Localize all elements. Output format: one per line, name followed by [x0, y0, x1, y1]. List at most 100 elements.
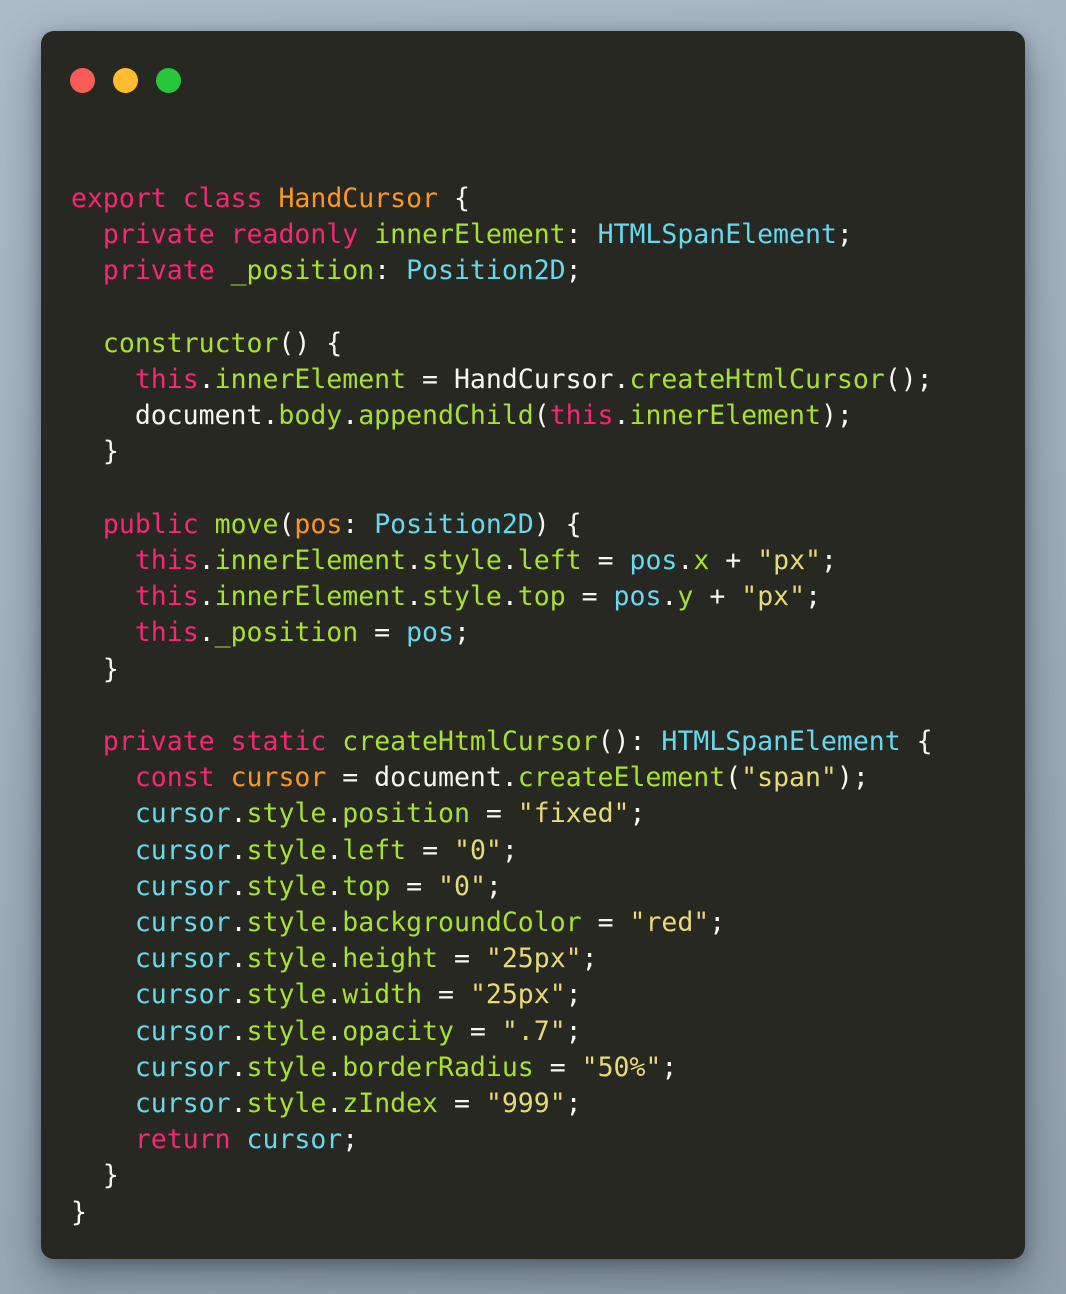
code-token: = — [581, 545, 630, 577]
code-token: ; — [342, 1124, 359, 1156]
code-token: ; — [485, 870, 502, 902]
code-token: "span" — [741, 762, 837, 794]
code-token: constructor — [102, 327, 279, 359]
code-token: "25px" — [485, 943, 582, 975]
code-token: export — [71, 183, 167, 214]
code-token: cursor — [134, 1051, 231, 1083]
code-token: ; — [565, 1015, 582, 1047]
code-line: cursor.style.width = "25px"; — [71, 977, 995, 1013]
code-token: + — [693, 581, 742, 613]
code-token: top — [342, 870, 391, 902]
code-token: ; — [565, 255, 582, 287]
code-token: pos — [406, 617, 454, 649]
code-token: . — [230, 1088, 247, 1120]
code-token: . — [406, 545, 423, 577]
source-code-block[interactable]: export class HandCursor { private readon… — [41, 181, 1025, 1231]
code-token: innerElement — [374, 219, 566, 251]
code-line: cursor.style.left = "0"; — [71, 833, 995, 869]
code-token: ".7" — [501, 1015, 566, 1047]
code-line: cursor.style.position = "fixed"; — [71, 796, 995, 832]
code-token: cursor — [134, 1015, 231, 1047]
code-token: ; — [501, 834, 518, 866]
code-editor-area[interactable]: export class HandCursor { private readon… — [41, 119, 1025, 1259]
code-token: document. — [71, 400, 279, 432]
code-token: . — [501, 581, 518, 613]
code-token: : — [565, 219, 598, 251]
code-token: "999" — [485, 1088, 566, 1120]
code-token: . — [198, 617, 215, 649]
code-token: = HandCursor. — [406, 364, 630, 396]
minimize-window-button[interactable] — [113, 67, 138, 93]
code-token: { — [438, 183, 470, 214]
code-line: export class HandCursor { — [71, 181, 995, 217]
code-line: cursor.style.top = "0"; — [71, 869, 995, 905]
code-token: ); — [820, 400, 853, 432]
code-token: ; — [661, 1051, 678, 1083]
code-token: innerElement — [214, 581, 407, 613]
code-token: style — [246, 943, 327, 975]
code-token: createHtmlCursor — [342, 726, 598, 758]
code-token: class — [182, 183, 263, 214]
code-line: } — [71, 1158, 995, 1194]
code-token: . — [326, 1088, 343, 1120]
code-token: . — [501, 545, 518, 577]
code-token: cursor — [134, 834, 231, 866]
code-token: style — [422, 581, 502, 613]
code-token: const — [134, 762, 215, 794]
code-token: cursor — [134, 1088, 231, 1120]
code-token: pos — [629, 545, 678, 577]
code-token: appendChild — [358, 400, 534, 432]
code-token: ; — [836, 219, 853, 251]
code-line: constructor() { — [71, 326, 995, 362]
code-token: style — [246, 1015, 327, 1047]
code-token: . — [230, 943, 247, 975]
code-token: . — [230, 1015, 247, 1047]
maximize-window-button[interactable] — [156, 67, 181, 93]
code-line: cursor.style.borderRadius = "50%"; — [71, 1050, 995, 1086]
code-token: Position2D — [406, 255, 566, 287]
code-token: = — [390, 870, 439, 902]
code-token: = — [358, 617, 407, 649]
code-token: y — [677, 581, 694, 613]
code-token: public — [102, 508, 199, 540]
code-token: . — [326, 834, 343, 866]
code-token: HTMLSpanElement — [661, 726, 901, 758]
code-token: top — [517, 581, 566, 613]
code-token: left — [517, 545, 582, 577]
code-token: style — [246, 798, 327, 830]
code-token: . — [230, 907, 247, 939]
code-token: readonly — [230, 219, 359, 251]
code-line: private static createHtmlCursor(): HTMLS… — [71, 724, 995, 760]
code-token: height — [342, 943, 439, 975]
screenshot-root: export class HandCursor { private readon… — [0, 0, 1066, 1294]
code-token: _position — [230, 255, 375, 287]
code-token: : — [374, 255, 407, 287]
code-token: . — [406, 581, 423, 613]
code-token: cursor — [134, 907, 231, 939]
code-token: ); — [836, 762, 869, 794]
code-token: ; — [805, 581, 822, 613]
window-title-bar[interactable] — [41, 31, 1025, 119]
code-token: pos — [294, 508, 343, 540]
code-token: private — [102, 219, 215, 251]
code-line: cursor.style.opacity = ".7"; — [71, 1014, 995, 1050]
code-token: "0" — [438, 870, 486, 902]
code-token: style — [246, 1088, 327, 1120]
code-token: style — [246, 907, 327, 939]
close-window-button[interactable] — [70, 67, 95, 93]
code-line: cursor.style.backgroundColor = "red"; — [71, 905, 995, 941]
code-token: . — [326, 943, 343, 975]
code-token: backgroundColor — [342, 907, 582, 939]
code-token: opacity — [342, 1015, 454, 1047]
code-token: return — [134, 1124, 231, 1156]
code-token: style — [246, 834, 327, 866]
code-line: private readonly innerElement: HTMLSpanE… — [71, 217, 995, 253]
code-token: cursor — [134, 943, 231, 975]
